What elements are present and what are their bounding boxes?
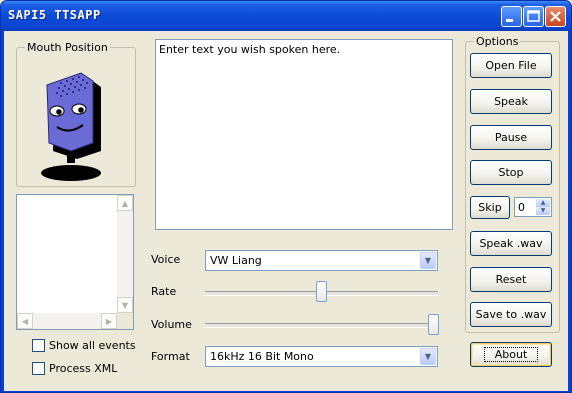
rate-slider-thumb[interactable] [316,281,327,302]
save-to-wav-button-label: Save to .wav [475,308,547,321]
voice-selected-value: VW Liang [210,254,262,267]
about-button-label: About [483,347,539,362]
volume-slider-track[interactable] [205,323,438,328]
dropdown-arrow-icon[interactable]: ▼ [420,348,436,365]
speak-button[interactable]: Speak [470,89,552,114]
open-file-button-label: Open File [485,59,537,72]
speak-wav-button-label: Speak .wav [479,237,543,250]
voice-select[interactable]: VW Liang ▼ [205,250,438,271]
scroll-arrow-icon: ▼ [121,300,129,310]
format-selected-value: 16kHz 16 Bit Mono [210,350,314,363]
spin-up-icon[interactable]: ▲ [536,199,550,207]
save-to-wav-button[interactable]: Save to .wav [470,302,552,327]
window-title: SAPI5 TTSAPP [8,8,101,22]
show-all-events-label[interactable]: Show all events [49,339,136,352]
skip-button-label: Skip [478,201,502,214]
process-xml-label[interactable]: Process XML [49,362,117,375]
volume-label: Volume [151,318,192,331]
title-bar[interactable]: SAPI5 TTSAPP [1,1,571,31]
events-horizontal-scrollbar[interactable]: ◀ ▶ [17,313,117,329]
minimize-button[interactable] [501,6,522,27]
speech-text-value: Enter text you wish spoken here. [159,43,341,56]
process-xml-checkbox[interactable] [32,362,45,375]
reset-button-label: Reset [495,273,527,286]
speak-wav-button[interactable]: Speak .wav [470,231,552,256]
rate-label: Rate [151,285,177,298]
minimize-icon [506,19,513,22]
format-label: Format [151,350,190,363]
skip-count-spinner[interactable]: 0 ▲ ▼ [514,197,552,217]
maximize-icon [527,10,540,22]
mouth-position-label: Mouth Position [25,41,110,54]
stop-button-label: Stop [498,166,524,179]
voice-label: Voice [151,253,181,266]
app-window: SAPI5 TTSAPP Mouth Position ▲ ▼ ◀ ▶ Show… [0,0,572,393]
events-vertical-scrollbar[interactable]: ▲ ▼ [117,195,133,313]
skip-button[interactable]: Skip [470,196,510,219]
scroll-arrow-icon: ▲ [121,198,129,208]
speech-text-area[interactable]: Enter text you wish spoken here. [155,39,453,230]
scroll-right-button[interactable]: ▶ [101,313,117,329]
skip-count-value: 0 [518,201,525,214]
mouth-position-group: Mouth Position [16,41,136,187]
options-label: Options [474,35,521,48]
scroll-arrow-icon: ◀ [21,316,29,326]
reset-button[interactable]: Reset [470,267,552,292]
stop-button[interactable]: Stop [470,160,552,185]
maximize-button[interactable] [523,6,544,27]
scroll-down-button[interactable]: ▼ [117,297,133,313]
volume-slider-thumb[interactable] [428,314,439,335]
pause-button[interactable]: Pause [470,125,552,150]
speak-button-label: Speak [494,95,528,108]
scroll-arrow-icon: ▶ [105,316,113,326]
events-list[interactable]: ▲ ▼ ◀ ▶ [16,194,134,330]
microphone-face-icon [41,72,101,181]
spin-down-icon[interactable]: ▼ [536,207,550,215]
dropdown-arrow-icon[interactable]: ▼ [420,252,436,269]
format-select[interactable]: 16kHz 16 Bit Mono ▼ [205,346,438,367]
scroll-corner [117,313,133,329]
client-area: Mouth Position ▲ ▼ ◀ ▶ Show all events P… [4,31,568,391]
scroll-up-button[interactable]: ▲ [117,195,133,211]
show-all-events-checkbox[interactable] [32,339,45,352]
scroll-left-button[interactable]: ◀ [17,313,33,329]
pause-button-label: Pause [494,131,528,144]
about-button[interactable]: About [470,342,552,367]
close-button[interactable] [545,6,566,27]
open-file-button[interactable]: Open File [470,53,552,78]
close-icon [550,11,561,22]
